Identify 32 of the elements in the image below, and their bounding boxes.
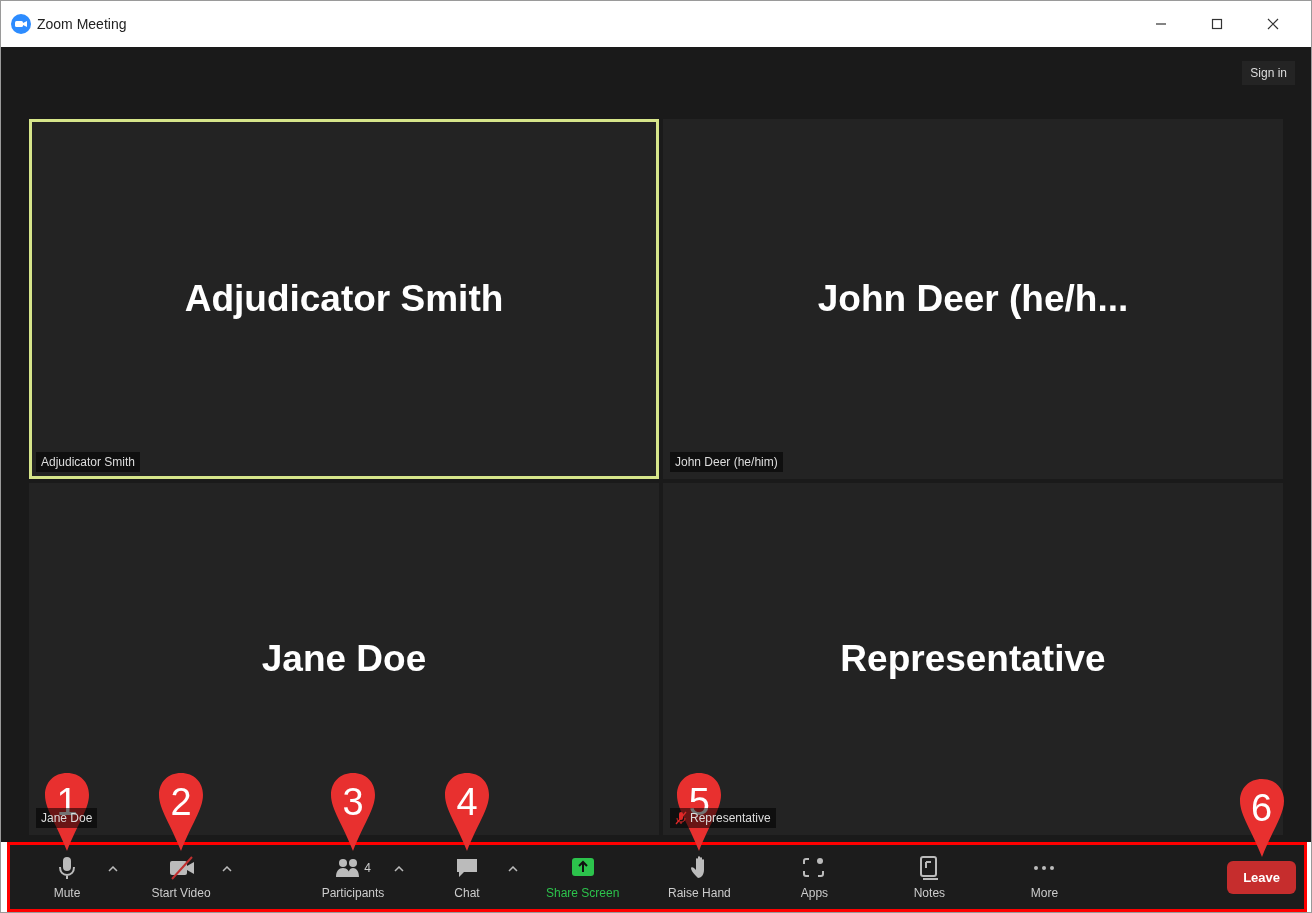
annotation-pin: 4: [442, 770, 492, 853]
leave-button[interactable]: Leave: [1227, 860, 1296, 894]
toolbar-button[interactable]: Chat: [432, 854, 502, 900]
toolbar-button[interactable]: 4 Participants: [318, 854, 388, 900]
more-button[interactable]: More: [1009, 854, 1080, 900]
annotation-pin: 2: [156, 770, 206, 853]
video-off-icon: [168, 854, 194, 881]
participant-name: Representative: [840, 638, 1106, 680]
sign-in-button[interactable]: Sign in: [1242, 61, 1295, 85]
toolbar-button[interactable]: Notes: [894, 854, 965, 900]
toolbar-button[interactable]: Apps: [779, 854, 850, 900]
caret-icon: [108, 865, 118, 872]
caret-icon: [508, 865, 518, 872]
participant-name: Jane Doe: [261, 638, 427, 680]
participant-name: Adjudicator Smith: [184, 278, 504, 320]
caret-icon: [222, 865, 232, 872]
name-label: John Deer (he/him): [675, 455, 778, 469]
close-icon: [1267, 18, 1279, 30]
more-icon: [1033, 864, 1056, 871]
maximize-icon: [1211, 18, 1223, 30]
toolbar-button[interactable]: Raise Hand: [664, 854, 735, 900]
window-title: Zoom Meeting: [37, 16, 128, 32]
name-label: Adjudicator Smith: [41, 455, 136, 469]
participant-count: 4: [364, 860, 371, 875]
annotation-pin: 3: [328, 770, 378, 853]
toolbar-button[interactable]: Mute: [32, 854, 102, 900]
app-logo-icon: [11, 14, 31, 34]
minimize-icon: [1155, 23, 1167, 25]
caret-icon: [394, 865, 404, 872]
participant-name: John Deer (he/h...: [817, 278, 1129, 320]
toolbar-button[interactable]: Start Video: [146, 854, 216, 900]
toolbar-button[interactable]: Share Screen: [546, 854, 620, 900]
